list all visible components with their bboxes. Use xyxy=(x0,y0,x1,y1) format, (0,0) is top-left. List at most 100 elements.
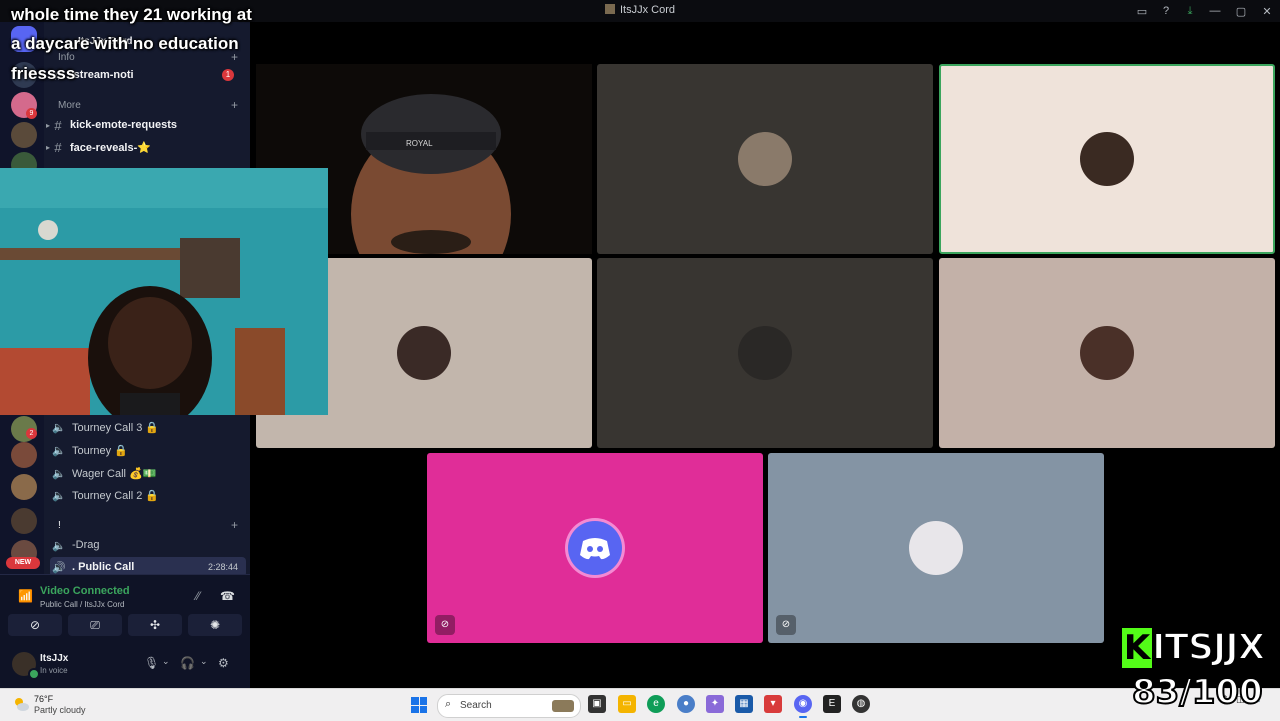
avatar xyxy=(909,521,963,575)
avatar xyxy=(738,326,792,380)
voice-channel-tourney-call-2[interactable]: 🔈 Tourney Call 2 🔒 xyxy=(50,485,246,505)
voice-action-buttons: ⊘ ⎚ ✣ ✺ xyxy=(8,614,242,636)
taskbar: 76°F Partly cloudy ⌕ Search ▣ ▭ e ● ✦ ▦ … xyxy=(0,688,1280,721)
speaker-icon: 🔈 xyxy=(52,421,66,434)
discord-taskbar-icon[interactable]: ◉ xyxy=(794,695,812,718)
participant-tile[interactable] xyxy=(597,64,933,254)
server-badge: 9 xyxy=(26,108,37,119)
user-status: In voice xyxy=(40,666,68,675)
speaker-icon: 🔈 xyxy=(52,444,66,457)
avatar xyxy=(1080,326,1134,380)
hash-icon: # xyxy=(54,117,62,133)
video-slash-icon: ⊘ xyxy=(435,615,455,635)
channel-stream-noti[interactable]: # -stream-noti 1 xyxy=(50,65,246,85)
kick-logo-icon: K xyxy=(1120,626,1154,670)
close-button[interactable]: ✕ xyxy=(1254,5,1280,18)
brand-name: ITSJJX xyxy=(1151,626,1266,669)
caption-line-3: friessss xyxy=(11,64,76,83)
microsoft-store-icon[interactable]: ▦ xyxy=(735,695,753,713)
voice-channel-tourney[interactable]: 🔈 Tourney 🔒 xyxy=(50,440,246,460)
streamer-webcam xyxy=(0,168,328,415)
weather-description[interactable]: Partly cloudy xyxy=(34,705,86,715)
username[interactable]: ItsJJx xyxy=(40,653,68,664)
windows-start-icon[interactable] xyxy=(411,697,427,713)
svg-text:ROYAL: ROYAL xyxy=(406,139,433,148)
taskbar-search[interactable]: ⌕ Search xyxy=(437,694,581,718)
avatar xyxy=(738,132,792,186)
server-icon[interactable] xyxy=(11,122,37,148)
download-icon[interactable]: ⤓ xyxy=(1178,5,1202,18)
file-explorer-icon[interactable]: ▭ xyxy=(618,695,636,713)
obs-icon[interactable]: ◍ xyxy=(852,695,870,713)
speaker-icon: 🔈 xyxy=(52,467,66,480)
titlebar-controls: ▭ ? ⤓ — ▢ ✕ xyxy=(1130,0,1280,22)
voice-status: Video Connected xyxy=(40,585,130,597)
participant-tile[interactable]: ⊘ xyxy=(427,453,763,643)
channel-kick-emote-requests[interactable]: ▸ # kick-emote-requests xyxy=(46,115,246,135)
headphones-icon[interactable]: 🎧 xyxy=(180,656,195,670)
expand-icon: ▸ xyxy=(46,142,51,152)
noise-suppression-icon[interactable]: ⁄⁄ xyxy=(196,589,200,603)
server-icon[interactable] xyxy=(11,508,37,534)
inbox-icon[interactable]: ▭ xyxy=(1130,5,1154,18)
chevron-down-icon[interactable]: ⌄ xyxy=(162,656,170,667)
app-icon xyxy=(604,4,615,14)
avatar xyxy=(397,326,451,380)
app-icon[interactable]: ▾ xyxy=(764,695,782,713)
disconnect-icon[interactable]: ☎ xyxy=(220,589,235,603)
user-panel: ItsJJx In voice 🎙 ⌄ 🎧 ⌄ ⚙ xyxy=(0,642,250,688)
participant-tile[interactable]: ⊘ xyxy=(768,453,1104,643)
weather-temperature[interactable]: 76°F xyxy=(34,694,53,704)
add-channel-icon[interactable]: + xyxy=(231,518,238,532)
participant-tile[interactable] xyxy=(939,258,1275,448)
server-badge: 2 xyxy=(26,428,37,439)
voice-channel-tourney-call-3[interactable]: 🔈 Tourney Call 3 🔒 xyxy=(50,417,246,437)
expand-icon: ▸ xyxy=(46,120,51,130)
voice-connection-panel: 📶 Video Connected Public Call / ItsJJx C… xyxy=(0,574,250,643)
server-icon[interactable] xyxy=(11,474,37,500)
speaker-icon: 🔈 xyxy=(52,489,66,502)
maximize-button[interactable]: ▢ xyxy=(1228,5,1254,18)
settings-gear-icon[interactable]: ⚙ xyxy=(218,656,229,670)
kick-branding: K ITSJJX xyxy=(1120,626,1278,670)
soundboard-button[interactable]: ✺ xyxy=(188,614,242,636)
activities-button[interactable]: ✣ xyxy=(128,614,182,636)
chevron-down-icon[interactable]: ⌄ xyxy=(200,656,208,667)
participant-tile[interactable] xyxy=(597,258,933,448)
participant-tile-speaking[interactable] xyxy=(939,64,1275,254)
voice-location[interactable]: Public Call / ItsJJx Cord xyxy=(40,600,124,609)
unread-badge: 1 xyxy=(222,69,234,81)
microphone-icon[interactable]: 🎙 xyxy=(144,656,159,670)
channel-face-reveals[interactable]: ▸ # face-reveals-⭐ xyxy=(46,137,246,157)
add-channel-icon[interactable]: + xyxy=(231,98,238,112)
search-highlight-icon xyxy=(552,700,574,712)
minimize-button[interactable]: — xyxy=(1202,5,1228,17)
copilot-icon[interactable]: ✦ xyxy=(706,695,724,713)
new-badge: NEW xyxy=(6,557,40,569)
signal-icon[interactable]: 📶 xyxy=(18,589,33,603)
task-view-icon[interactable]: ▣ xyxy=(588,695,606,713)
clock-time xyxy=(1270,695,1272,704)
app-icon[interactable]: ● xyxy=(677,695,695,713)
camera-toggle-button[interactable]: ⊘ xyxy=(8,614,62,636)
edge-browser-icon[interactable]: e xyxy=(647,695,665,713)
screen-share-button[interactable]: ⎚ xyxy=(68,614,122,636)
category-more[interactable]: More xyxy=(58,100,81,111)
webcam-feed xyxy=(0,168,328,415)
voice-channel-drag[interactable]: 🔈 -Drag xyxy=(50,535,246,555)
caption-line-2: a daycare with no education xyxy=(11,34,239,53)
discord-logo-icon xyxy=(568,521,622,575)
microphone-slash-icon: ⊘ xyxy=(776,615,796,635)
voice-channel-wager-call[interactable]: 🔈 Wager Call 💰💵 xyxy=(50,463,246,483)
discord-glyph-icon xyxy=(580,538,610,560)
call-duration: 2:28:44 xyxy=(207,562,238,572)
partly-cloudy-icon xyxy=(15,698,29,711)
epic-games-icon[interactable]: E xyxy=(823,695,841,713)
avatar xyxy=(1080,132,1134,186)
status-indicator xyxy=(28,668,40,680)
server-icon[interactable] xyxy=(11,442,37,468)
clock[interactable] xyxy=(1270,695,1272,705)
caption-line-1: whole time they 21 working at xyxy=(11,5,252,24)
help-icon[interactable]: ? xyxy=(1154,5,1178,17)
category-bang[interactable]: ! xyxy=(58,520,61,531)
